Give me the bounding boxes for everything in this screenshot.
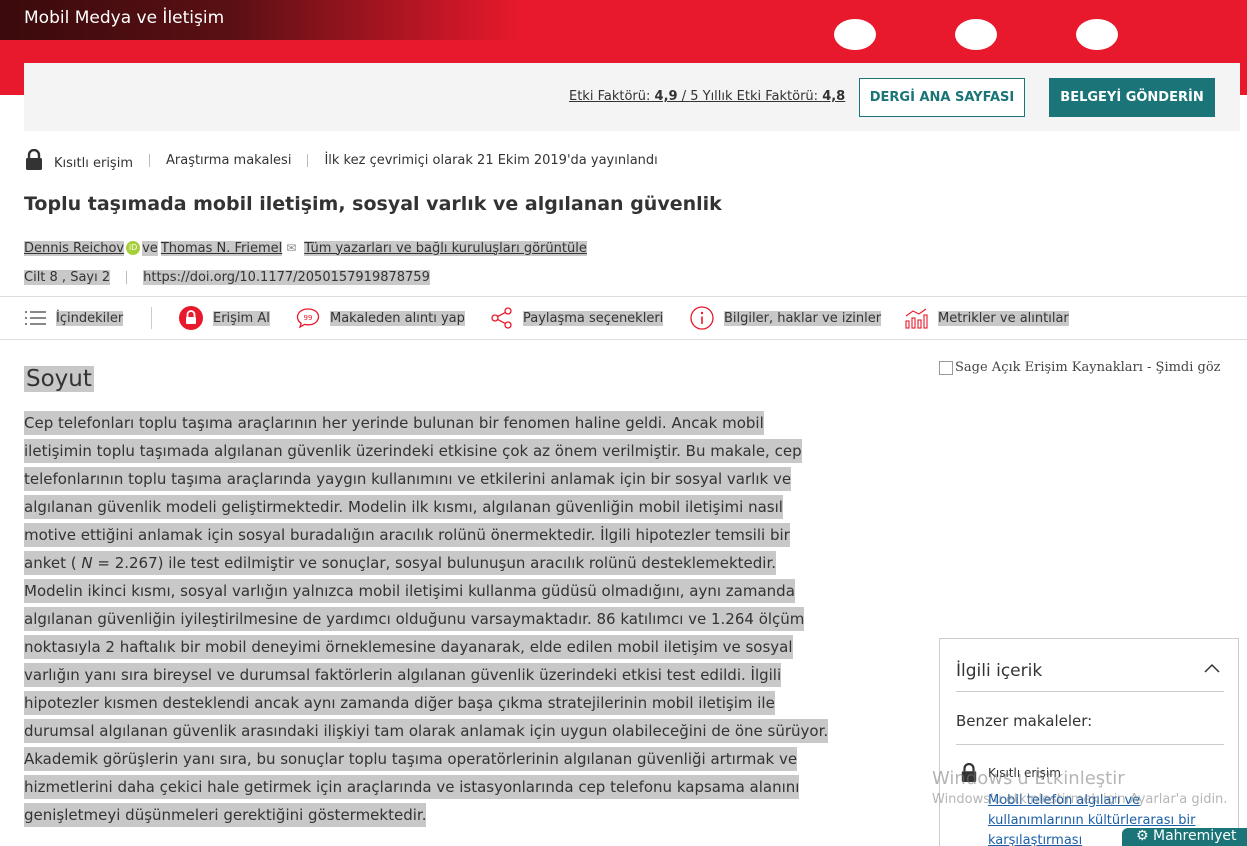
chevron-up-icon[interactable] (1204, 663, 1220, 673)
similar-articles-label: Benzer makaleler: (956, 712, 1093, 730)
info-label: Bilgiler, haklar ve izinler (724, 310, 882, 326)
impact-separator: / (677, 89, 691, 104)
windows-activation-subtitle: Windows'u etkinleştirmek için Ayarlar'a … (932, 792, 1228, 807)
divider (307, 153, 309, 167)
list-icon (25, 311, 46, 325)
access-status: Kısıtlı erişim (54, 155, 133, 171)
five-year-label: 5 Yıllık Etki Faktörü: (690, 89, 819, 104)
author-link[interactable]: Dennis Reichov (24, 240, 125, 256)
ad-banner-image[interactable]: Sage Açık Erişim Kaynakları - Şimdi göz (939, 360, 1239, 382)
impact-label: Etki Faktörü: (569, 89, 651, 104)
issue-link[interactable]: Cilt 8 , Sayı 2 (24, 269, 111, 285)
divider (956, 691, 1224, 692)
banner-dot (1076, 19, 1118, 50)
metrics-icon (905, 308, 928, 329)
divider (151, 307, 152, 329)
share-button[interactable]: Paylaşma seçenekleri (491, 297, 664, 339)
doi-link[interactable]: https://doi.org/10.1177/2050157919878759 (143, 269, 430, 285)
get-access-label: Erişim Al (213, 310, 270, 326)
related-content-panel: İlgili içerik Benzer makaleler: Kısıtlı … (939, 638, 1239, 846)
article-type: Araştırma makalesi (165, 152, 292, 168)
share-label: Paylaşma seçenekleri (523, 310, 664, 326)
journal-name[interactable]: Mobil Medya ve İletişim (24, 8, 224, 28)
svg-text:99: 99 (304, 314, 313, 322)
author-list: Dennis Reichov iD ve Thomas N. Friemel ✉… (24, 238, 587, 258)
info-icon (690, 306, 714, 330)
envelope-icon[interactable]: ✉ (286, 241, 296, 255)
banner-dot (834, 19, 876, 50)
related-heading[interactable]: İlgili içerik (956, 661, 1042, 681)
divider (126, 270, 128, 284)
cite-button[interactable]: 99 Makaleden alıntı yap (296, 297, 465, 339)
contents-label: İçindekiler (56, 310, 124, 326)
ad-alt-text: Sage Açık Erişim Kaynakları - Şimdi göz (955, 360, 1221, 375)
privacy-button[interactable]: ⚙ Mahremiyet (1122, 828, 1247, 846)
impact-value: 4,9 (654, 89, 678, 104)
share-icon (491, 307, 512, 329)
abstract-body: Cep telefonları toplu taşıma araçlarının… (24, 409, 834, 829)
metrics-label: Metrikler ve alıntılar (938, 310, 1069, 326)
windows-activation-title: Windows'u Etkinleştir (932, 768, 1125, 789)
article-meta: Kısıtlı erişim Araştırma makalesi İlk ke… (24, 149, 658, 171)
contents-button[interactable]: İçindekiler (24, 297, 124, 339)
view-all-authors-link[interactable]: Tüm yazarları ve bağlı kuruluşları görün… (304, 240, 587, 256)
impact-factor-link[interactable]: Etki Faktörü: 4,9 / 5 Yıllık Etki Faktör… (569, 89, 845, 104)
orcid-icon[interactable]: iD (126, 241, 141, 255)
quote-icon: 99 (296, 308, 320, 329)
journal-home-button[interactable]: DERGİ ANA SAYFASI (859, 78, 1025, 117)
publication-date: İlk kez çevrimiçi olarak 21 Ekim 2019'da… (324, 152, 658, 168)
broken-image-icon (939, 360, 953, 375)
info-button[interactable]: Bilgiler, haklar ve izinler (690, 297, 882, 339)
divider (148, 153, 150, 167)
article-toolbar: İçindekiler Erişim Al 99 Makaleden alınt… (0, 296, 1247, 340)
abstract-heading: Soyut (24, 366, 94, 392)
get-access-button[interactable]: Erişim Al (179, 297, 270, 339)
metrics-button[interactable]: Metrikler ve alıntılar (904, 297, 1069, 339)
issue-info: Cilt 8 , Sayı 2 https://doi.org/10.1177/… (24, 267, 430, 287)
five-year-value: 4,8 (822, 89, 846, 104)
divider (956, 744, 1224, 745)
banner-dot (955, 19, 997, 50)
lock-icon (26, 149, 42, 170)
gear-icon: ⚙ (1136, 828, 1149, 844)
privacy-label: Mahremiyet (1153, 828, 1237, 844)
abstract-text: = 2.267) ile test edilmiştir ve sonuçlar… (24, 551, 829, 827)
author-conjunction: ve (142, 240, 158, 256)
author-link[interactable]: Thomas N. Friemel (160, 240, 283, 256)
article-title: Toplu taşımada mobil iletişim, sosyal va… (24, 193, 722, 215)
lock-icon (179, 306, 203, 330)
cite-label: Makaleden alıntı yap (330, 310, 465, 326)
submit-paper-button[interactable]: BELGEYİ GÖNDERİN (1049, 78, 1215, 117)
abstract-n-variable: N (81, 551, 93, 575)
